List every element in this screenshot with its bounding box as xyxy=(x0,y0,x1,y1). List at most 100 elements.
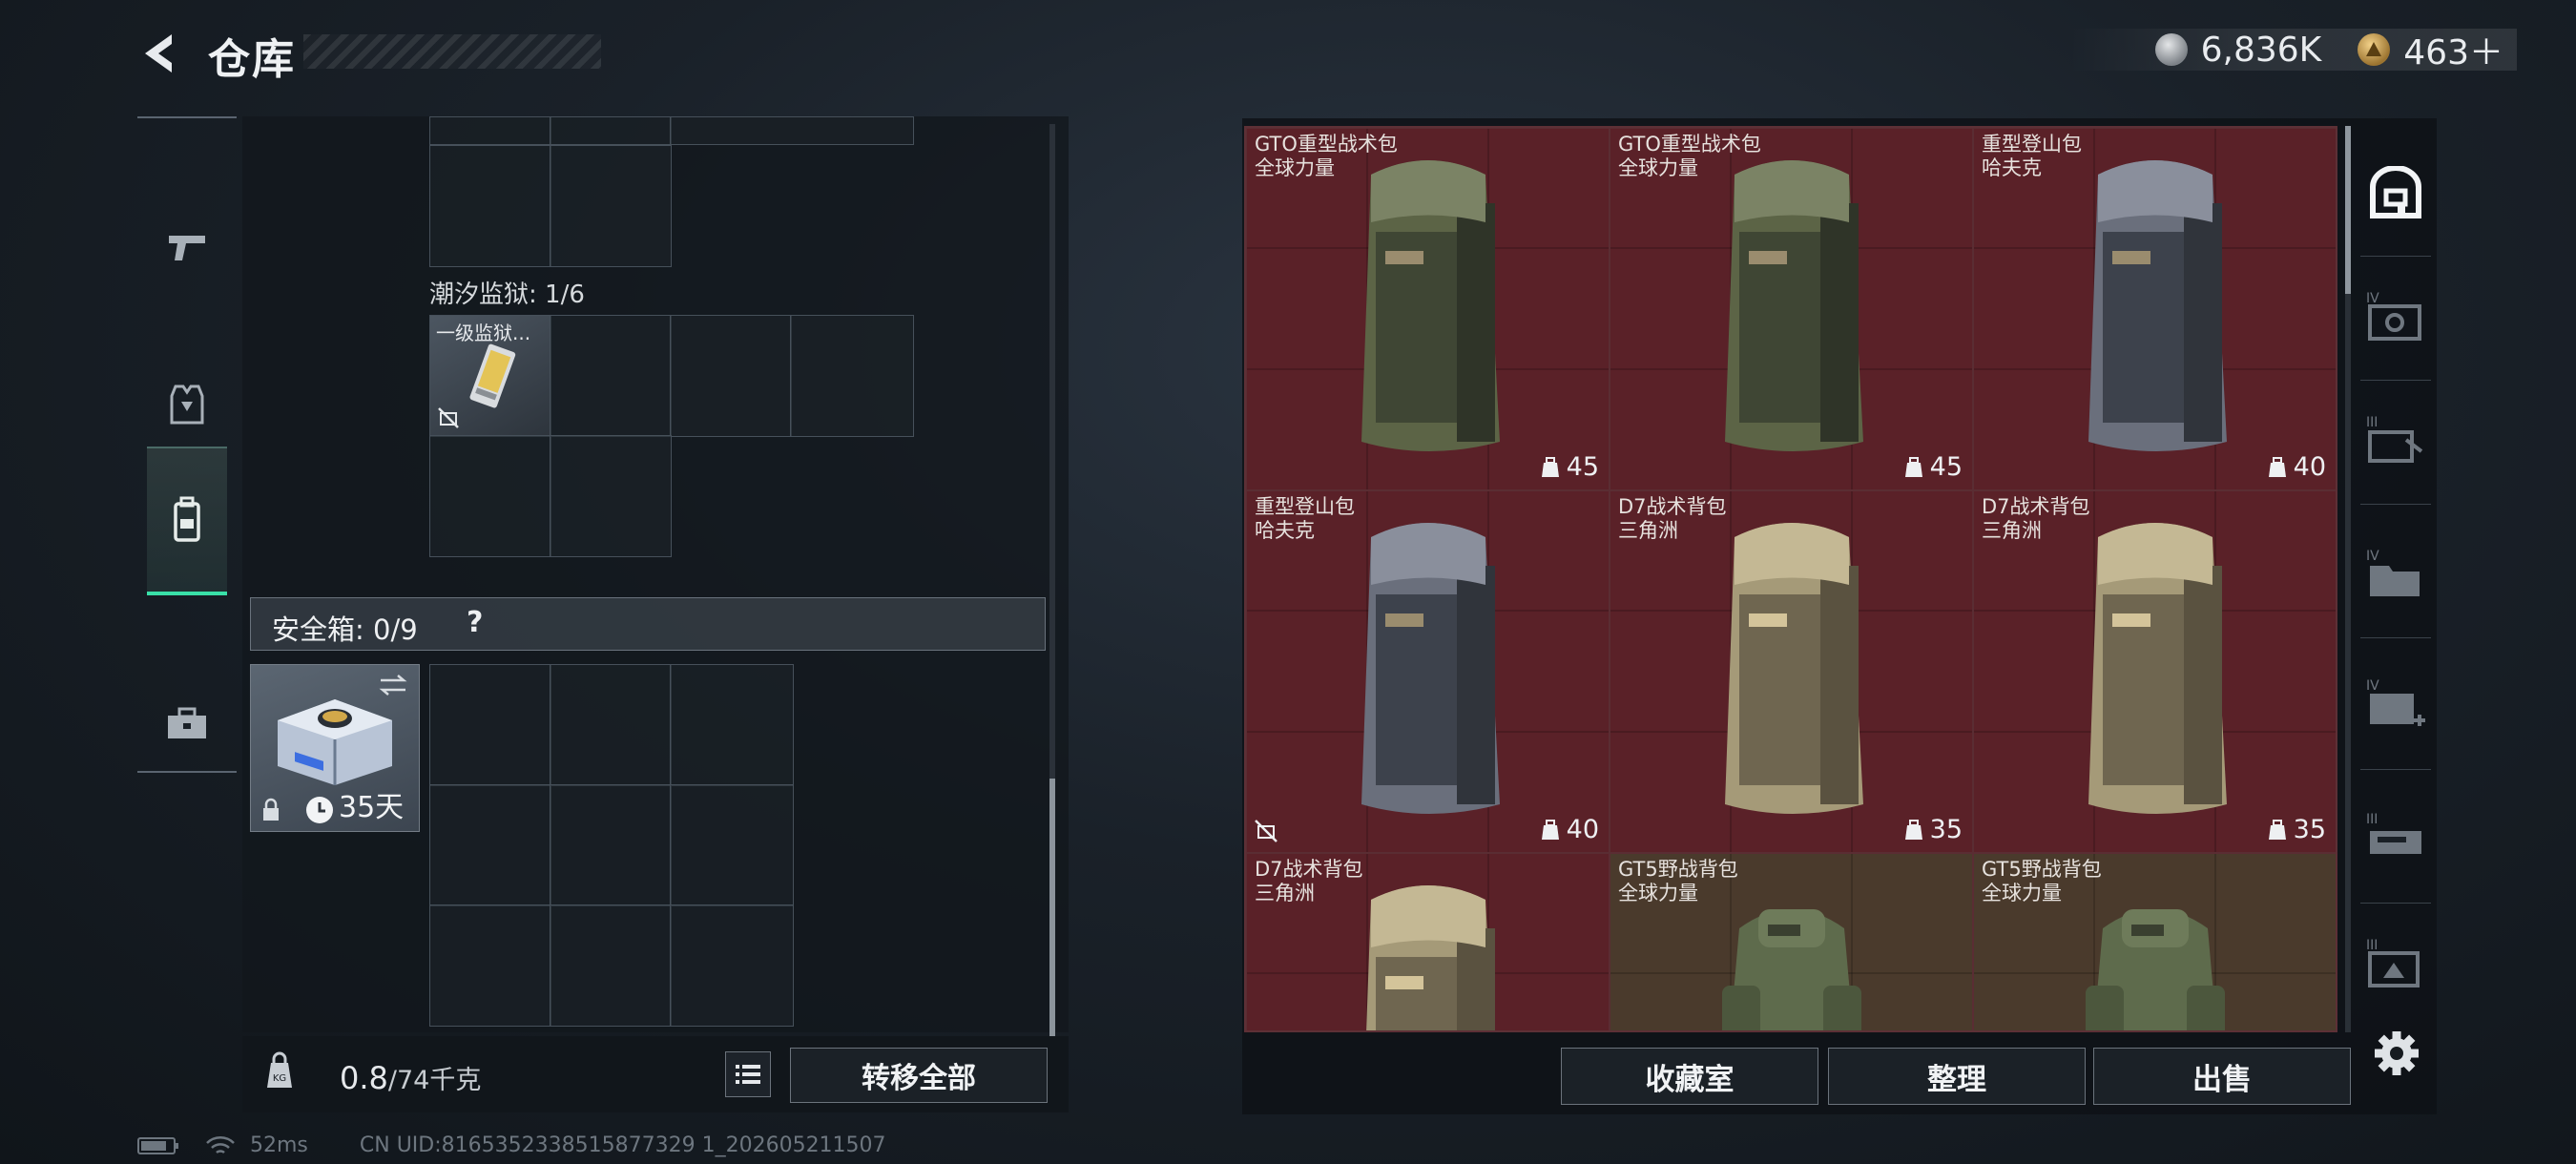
safe-slot[interactable] xyxy=(670,784,794,906)
safe-slot[interactable] xyxy=(550,784,672,906)
item-card[interactable]: 重型登山包 哈夫克 40 xyxy=(1973,128,2336,490)
nav-weapons[interactable] xyxy=(147,176,227,319)
safe-slot[interactable] xyxy=(429,904,551,1027)
safe-box-item[interactable]: 35天 xyxy=(250,664,420,832)
container-slot[interactable] xyxy=(670,116,914,145)
tier-iv-folder-icon: IV xyxy=(2366,549,2420,596)
container-slot[interactable] xyxy=(550,116,672,145)
svg-text:KG: KG xyxy=(273,1073,286,1084)
back-arrow-icon[interactable] xyxy=(134,27,187,80)
capacity: 45 xyxy=(1540,452,1599,482)
sell-button[interactable]: 出售 xyxy=(2093,1048,2351,1105)
gear-icon xyxy=(2375,1031,2419,1075)
currency-bar: 6,836K 463＋ xyxy=(2068,29,2517,73)
item-title: D7战术背包 三角洲 xyxy=(1255,858,1363,904)
container-slot[interactable] xyxy=(670,315,792,437)
backpack-capacity-icon xyxy=(1904,456,1922,477)
item-title: GT5野战背包 全球力量 xyxy=(1982,858,2102,904)
safe-slot[interactable] xyxy=(550,904,672,1027)
category-tier-iv-medkit[interactable]: IV xyxy=(2355,656,2437,752)
right-scrollbar-thumb[interactable] xyxy=(2345,126,2351,294)
list-view-button[interactable] xyxy=(725,1051,771,1097)
nav-toolbox[interactable] xyxy=(147,653,227,796)
list-icon xyxy=(736,1065,760,1084)
swap-icon[interactable] xyxy=(377,673,409,697)
help-icon[interactable]: ? xyxy=(467,606,483,639)
item-card[interactable]: D7战术背包 三角洲 35 xyxy=(1973,490,2336,853)
status-footer: 52ms CN UID:8165352338515877329 1_202605… xyxy=(137,1133,886,1157)
container-slot[interactable] xyxy=(429,145,551,267)
organize-button[interactable]: 整理 xyxy=(1828,1048,2086,1105)
item-card[interactable]: GT5野战背包 全球力量 xyxy=(1610,853,1973,1030)
collection-room-button[interactable]: 收藏室 xyxy=(1561,1048,1818,1105)
olive-backpack-icon xyxy=(1725,160,1863,451)
container-slot[interactable] xyxy=(550,315,672,437)
keycard-icon xyxy=(469,343,516,408)
prison-label: 潮汐监狱: 1/6 xyxy=(429,281,585,309)
capacity: 40 xyxy=(2267,452,2326,482)
item-title: GT5野战背包 全球力量 xyxy=(1618,858,1738,904)
tier-iii-case-icon: III xyxy=(2366,415,2423,463)
capacity: 40 xyxy=(1540,815,1599,844)
tier-iv-case-icon: IV xyxy=(2366,291,2421,341)
category-tier-iii-box[interactable]: III xyxy=(2355,916,2437,1011)
clock-icon xyxy=(306,797,333,823)
safe-slot[interactable] xyxy=(670,904,794,1027)
container-slot[interactable] xyxy=(550,435,672,557)
tier-iii-box-icon: III xyxy=(2366,938,2420,987)
item-title: D7战术背包 三角洲 xyxy=(1982,495,2090,542)
category-divider xyxy=(2360,380,2431,381)
item-title: GTO重型战术包 全球力量 xyxy=(1255,133,1398,179)
capacity: 35 xyxy=(2267,815,2326,844)
item-card[interactable]: GTO重型战术包 全球力量 45 xyxy=(1246,128,1610,490)
container-slot[interactable] xyxy=(790,315,914,437)
category-tier-iii-case[interactable]: III xyxy=(2355,393,2437,488)
capacity: 45 xyxy=(1903,452,1963,482)
item-title: 重型登山包 哈夫克 xyxy=(1255,495,1355,542)
category-all[interactable] xyxy=(2355,145,2437,240)
item-title: 重型登山包 哈夫克 xyxy=(1982,133,2082,179)
safe-slot[interactable] xyxy=(550,664,672,786)
safe-slot[interactable] xyxy=(670,664,794,786)
category-divider xyxy=(2360,504,2431,505)
weight-bag-icon: KG xyxy=(267,1051,292,1088)
left-category-nav xyxy=(137,116,237,773)
svg-text:IV: IV xyxy=(2366,678,2379,694)
item-card[interactable]: 重型登山包 哈夫克 40 xyxy=(1246,490,1610,853)
title-decoration xyxy=(303,34,601,69)
item-title: D7战术背包 三角洲 xyxy=(1618,495,1727,542)
tier-iv-medkit-icon: IV xyxy=(2366,678,2425,726)
category-tier-iii-rifle-case[interactable]: III xyxy=(2355,790,2437,885)
item-card[interactable]: GT5野战背包 全球力量 xyxy=(1973,853,2336,1030)
gray-backpack-icon xyxy=(2088,160,2227,451)
svg-text:III: III xyxy=(2366,812,2378,827)
container-slot[interactable] xyxy=(429,116,551,145)
backpack-capacity-icon xyxy=(2268,456,2286,477)
backpack-capacity-icon xyxy=(1541,819,1559,840)
item-card[interactable]: D7战术背包 三角洲 35 xyxy=(1610,490,1973,853)
left-scrollbar-thumb[interactable] xyxy=(1049,779,1055,1036)
safe-box-timer: 35天 xyxy=(339,791,405,824)
category-tier-iv-case[interactable]: IV xyxy=(2355,269,2437,364)
nav-backpack[interactable] xyxy=(147,447,227,595)
item-card[interactable]: D7战术背包 三角洲 xyxy=(1246,853,1610,1030)
toolbox-icon xyxy=(168,707,206,738)
battery-icon xyxy=(137,1136,178,1154)
safe-slot[interactable] xyxy=(429,784,551,906)
pistol-icon xyxy=(169,236,205,260)
tan-backpack-icon xyxy=(1725,523,1863,814)
category-tier-iv-folder[interactable]: IV xyxy=(2355,527,2437,622)
prison-item-slot[interactable]: 一级监狱... xyxy=(429,315,551,437)
safe-slot[interactable] xyxy=(429,664,551,786)
item-card[interactable]: GTO重型战术包 全球力量 45 xyxy=(1610,128,1973,490)
backpack-capacity-icon xyxy=(2268,819,2286,840)
gray-backpack-icon xyxy=(1361,523,1500,814)
settings-button[interactable] xyxy=(2370,1027,2423,1080)
ping-value: 52ms xyxy=(250,1133,308,1157)
category-divider xyxy=(2360,256,2431,257)
container-slot[interactable] xyxy=(429,435,551,557)
transfer-all-button[interactable]: 转移全部 xyxy=(790,1048,1048,1103)
svg-text:IV: IV xyxy=(2366,549,2379,564)
container-slot[interactable] xyxy=(550,145,672,267)
lock-icon xyxy=(263,798,279,821)
